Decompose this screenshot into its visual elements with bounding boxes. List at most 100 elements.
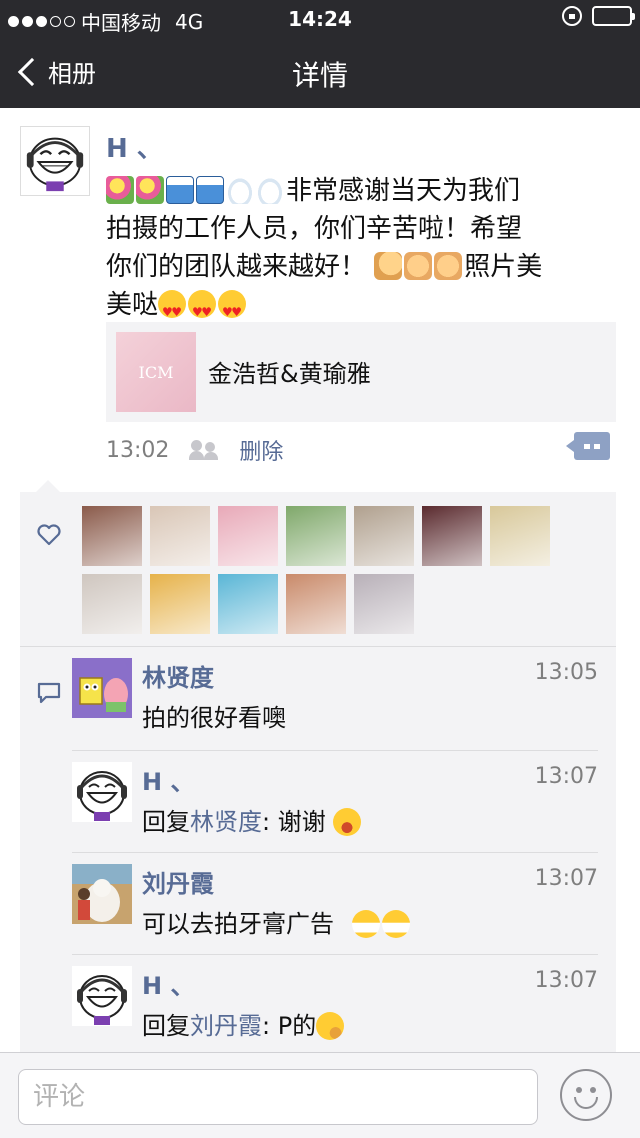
comment-input[interactable] [18, 1069, 538, 1125]
interaction-panel: 林贤度 13:05 拍的很好看噢 H 、 13:07 回复林贤度: 谢谢 刘丹霞… [20, 480, 616, 1052]
tulip-emoji-icon [136, 176, 164, 204]
delete-button[interactable]: 删除 [239, 434, 283, 466]
like-avatar[interactable] [354, 574, 414, 634]
reply-prefix: 回复 [142, 1012, 190, 1040]
post-text: 非常感谢当天为我们 拍摄的工作人员，你们辛苦啦！希望 你们的团队越来越好！ 照片… [106, 172, 616, 331]
comment-text[interactable]: 回复林贤度: 谢谢 [142, 802, 363, 837]
status-bar: 中国移动 4G 14:24 [0, 0, 640, 40]
muscle-emoji-icon [374, 252, 403, 280]
clap-emoji-icon [404, 252, 433, 280]
tulip-emoji-icon [106, 176, 134, 204]
like-avatar[interactable] [218, 506, 278, 566]
divider [20, 646, 616, 647]
link-thumbnail-text: ICM [138, 362, 174, 382]
comment-text[interactable]: 可以去拍牙膏广告 [142, 904, 412, 939]
commenter-name[interactable]: H 、 [142, 966, 194, 1001]
comment-item: 刘丹霞 13:07 可以去拍牙膏广告 [72, 864, 598, 966]
commenter-name[interactable]: 刘丹霞 [142, 864, 214, 899]
clap-emoji-icon [434, 252, 463, 280]
wave-emoji-icon [196, 176, 224, 204]
link-thumbnail: ICM [116, 332, 196, 412]
comment-divider [72, 750, 598, 751]
comment-body: 拍的很好看噢 [142, 704, 286, 732]
shared-link-card[interactable]: ICM 金浩哲&黄瑜雅 [106, 322, 616, 422]
cartoon-face-avatar-icon [72, 966, 132, 1026]
comment-time: 13:05 [534, 660, 598, 685]
like-avatar[interactable] [286, 506, 346, 566]
comment-time: 13:07 [534, 764, 598, 789]
post-time: 13:02 [106, 437, 170, 463]
nav-bar: 相册 详情 [0, 40, 640, 108]
divider [72, 750, 598, 751]
commenter-avatar[interactable] [72, 864, 132, 924]
divider [72, 954, 598, 955]
link-title: 金浩哲&黄瑜雅 [208, 360, 371, 388]
heart-eyes-emoji-icon [218, 290, 247, 331]
comment-item: 林贤度 13:05 拍的很好看噢 [72, 658, 598, 760]
post-text-line: 美哒 [106, 290, 159, 320]
comment-item: H 、 13:07 回复林贤度: 谢谢 [72, 762, 598, 864]
post-author-name[interactable]: H 、 [106, 128, 163, 165]
visibility-people-icon[interactable] [189, 440, 219, 460]
post-text-line: 拍摄的工作人员，你们辛苦啦！希望 [106, 214, 523, 244]
heart-eyes-emoji-icon [158, 290, 187, 331]
comment-divider [72, 852, 598, 853]
comment-bubble-icon [37, 682, 61, 704]
reply-separator: : [262, 1012, 278, 1040]
divider [72, 852, 598, 853]
emoji-button[interactable] [560, 1069, 612, 1121]
cloud-emoji-icon [226, 176, 254, 204]
rotation-lock-icon [562, 6, 582, 26]
like-avatar[interactable] [82, 574, 142, 634]
like-avatar[interactable] [286, 574, 346, 634]
status-right [562, 6, 635, 26]
post-meta: 13:02 删除 [106, 434, 283, 466]
battery-icon [592, 6, 635, 26]
comment-time: 13:07 [534, 968, 598, 993]
comment-body: P的 [277, 1012, 317, 1040]
smile-emoji-icon [333, 808, 362, 836]
comment-divider [72, 954, 598, 955]
photo-avatar-icon [72, 864, 132, 924]
grin-emoji-icon [351, 910, 380, 938]
like-avatar[interactable] [150, 506, 210, 566]
commenter-avatar[interactable] [72, 966, 132, 1026]
commenter-avatar[interactable] [72, 658, 132, 718]
like-avatar[interactable] [82, 506, 142, 566]
comment-input-bar [0, 1052, 640, 1138]
like-avatar[interactable] [354, 506, 414, 566]
like-avatar[interactable] [422, 506, 482, 566]
heart-eyes-emoji-icon [188, 290, 217, 331]
comment-action-button[interactable] [566, 432, 610, 460]
commenter-name[interactable]: 林贤度 [142, 658, 214, 693]
comment-text[interactable]: 回复刘丹霞: P的 [142, 1006, 346, 1041]
post-text-line: 你们的团队越来越好！ [106, 252, 367, 282]
reply-to-name[interactable]: 林贤度 [190, 808, 262, 836]
reply-to-name[interactable]: 刘丹霞 [190, 1012, 262, 1040]
likes-avatar-grid [82, 506, 602, 634]
author-avatar[interactable] [20, 126, 90, 196]
heart-icon [37, 524, 61, 546]
comment-body: 可以去拍牙膏广告 [142, 910, 334, 938]
cartoon-character-avatar-icon [72, 658, 132, 718]
cartoon-face-avatar-icon [72, 762, 132, 822]
like-avatar[interactable] [150, 574, 210, 634]
like-avatar[interactable] [218, 574, 278, 634]
page-title: 详情 [291, 59, 348, 92]
post-text-line: 照片美 [464, 252, 543, 282]
cartoon-face-avatar-icon [21, 127, 89, 195]
status-time: 14:24 [288, 7, 352, 31]
reply-prefix: 回复 [142, 808, 190, 836]
commenter-avatar[interactable] [72, 762, 132, 822]
comment-body: 谢谢 [277, 808, 326, 836]
wave-emoji-icon [166, 176, 194, 204]
comment-text[interactable]: 拍的很好看噢 [142, 698, 286, 733]
commenter-name[interactable]: H 、 [142, 762, 194, 797]
like-avatar[interactable] [490, 506, 550, 566]
grin-emoji-icon [381, 910, 410, 938]
post-text-line: 非常感谢当天为我们 [286, 176, 521, 206]
comment-item: H 、 13:07 回复刘丹霞: P的 [72, 966, 598, 1052]
cloud-emoji-icon [256, 176, 284, 204]
reply-separator: : [262, 808, 278, 836]
thinking-emoji-icon [316, 1012, 345, 1040]
